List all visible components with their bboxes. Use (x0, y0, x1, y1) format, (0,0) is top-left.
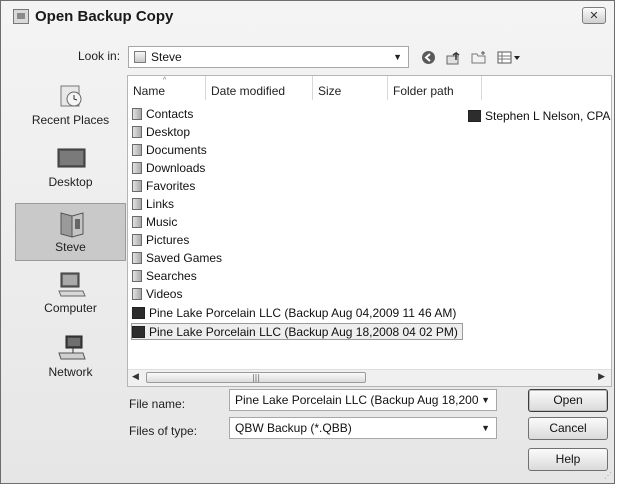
column-header-size[interactable]: Size (313, 76, 388, 100)
list-item[interactable]: Favorites (132, 178, 195, 195)
place-label: Computer (44, 301, 97, 315)
place-desktop[interactable]: Desktop (15, 139, 126, 197)
help-button[interactable]: Help (528, 448, 608, 471)
list-item[interactable]: Desktop (132, 124, 190, 141)
title-bar[interactable]: Open Backup Copy ✕ (1, 1, 614, 33)
user-folder-icon (58, 210, 86, 238)
views-icon[interactable] (496, 50, 522, 66)
places-bar: Recent Places Desktop Steve Computer Net… (15, 75, 127, 387)
column-header-date-modified[interactable]: Date modified (206, 76, 313, 100)
file-type-label: Files of type: (129, 424, 198, 438)
new-folder-icon[interactable] (470, 50, 487, 66)
file-name-field[interactable]: Pine Lake Porcelain LLC (Backup Aug 18,2… (229, 389, 497, 411)
recent-places-icon (57, 83, 85, 109)
up-folder-icon[interactable] (445, 50, 462, 66)
search-folder-icon (132, 270, 142, 282)
file-type-dropdown[interactable]: QBW Backup (*.QBB) ▼ (229, 417, 497, 439)
chevron-down-icon[interactable]: ▼ (478, 390, 490, 410)
list-item[interactable]: Searches (132, 268, 197, 285)
file-list[interactable]: ^ Name Date modified Size Folder path Co… (127, 75, 612, 387)
contact-file-icon (468, 110, 481, 122)
list-item[interactable]: Saved Games (132, 250, 222, 267)
app-icon (13, 9, 29, 24)
list-item[interactable]: Music (132, 214, 177, 231)
scrollbar-thumb[interactable]: ||| (146, 372, 366, 383)
list-item[interactable]: Contacts (132, 106, 193, 123)
computer-icon (57, 271, 86, 297)
folder-icon (132, 198, 142, 210)
network-icon (57, 335, 86, 361)
file-type-value: QBW Backup (*.QBB) (235, 421, 352, 435)
chevron-down-icon: ▼ (393, 52, 402, 62)
folder-icon (132, 144, 142, 156)
folder-icon (132, 162, 142, 174)
list-item[interactable]: Documents (132, 142, 207, 159)
place-label: Network (48, 365, 93, 379)
column-header-folder-path[interactable]: Folder path (388, 76, 482, 100)
video-folder-icon (132, 288, 142, 300)
list-item[interactable]: Pine Lake Porcelain LLC (Backup Aug 04,2… (132, 305, 456, 322)
list-item[interactable]: Pictures (132, 232, 189, 249)
column-header-name[interactable]: ^ Name (128, 76, 206, 100)
place-label: Steve (55, 240, 86, 254)
backup-file-icon (132, 307, 145, 319)
place-network[interactable]: Network (15, 329, 126, 387)
close-button[interactable]: ✕ (582, 7, 606, 24)
list-item[interactable]: Videos (132, 286, 182, 303)
music-folder-icon (132, 216, 142, 228)
folder-icon (132, 126, 142, 138)
look-in-dropdown[interactable]: Steve ▼ (128, 46, 409, 68)
folder-icon (132, 252, 142, 264)
sort-ascending-icon: ^ (163, 77, 167, 84)
place-label: Desktop (48, 175, 93, 189)
place-recent-places[interactable]: Recent Places (15, 77, 126, 135)
resize-grip-icon[interactable]: ⋰ (604, 471, 612, 480)
chevron-down-icon: ▼ (481, 423, 490, 433)
backup-file-icon (132, 326, 145, 338)
back-icon[interactable] (420, 50, 437, 66)
pictures-folder-icon (132, 234, 142, 246)
place-computer[interactable]: Computer (15, 265, 126, 323)
list-item[interactable]: Downloads (132, 160, 205, 177)
look-in-value: Steve (151, 50, 182, 64)
list-item[interactable]: Links (132, 196, 174, 213)
desktop-icon (57, 145, 86, 171)
folder-icon (132, 108, 142, 120)
open-backup-dialog: Open Backup Copy ✕ Look in: Steve ▼ Rece… (0, 0, 615, 484)
place-label: Recent Places (31, 113, 110, 127)
user-folder-icon (134, 51, 146, 63)
look-in-label: Look in: (78, 49, 121, 63)
horizontal-scrollbar[interactable]: ◀ ||| ▶ (128, 369, 611, 386)
scroll-right-icon[interactable]: ▶ (598, 372, 605, 382)
file-name-label: File name: (129, 397, 186, 411)
dialog-title: Open Backup Copy (35, 8, 174, 25)
list-item[interactable]: Stephen L Nelson, CPA (468, 109, 610, 123)
cancel-button[interactable]: Cancel (528, 417, 608, 440)
favorites-folder-icon (132, 180, 142, 192)
list-item-selected[interactable]: Pine Lake Porcelain LLC (Backup Aug 18,2… (131, 323, 463, 340)
place-steve[interactable]: Steve (15, 203, 126, 261)
scroll-left-icon[interactable]: ◀ (132, 372, 139, 382)
file-name-value: Pine Lake Porcelain LLC (Backup Aug 18,2… (235, 393, 486, 407)
open-button[interactable]: Open (528, 389, 608, 412)
